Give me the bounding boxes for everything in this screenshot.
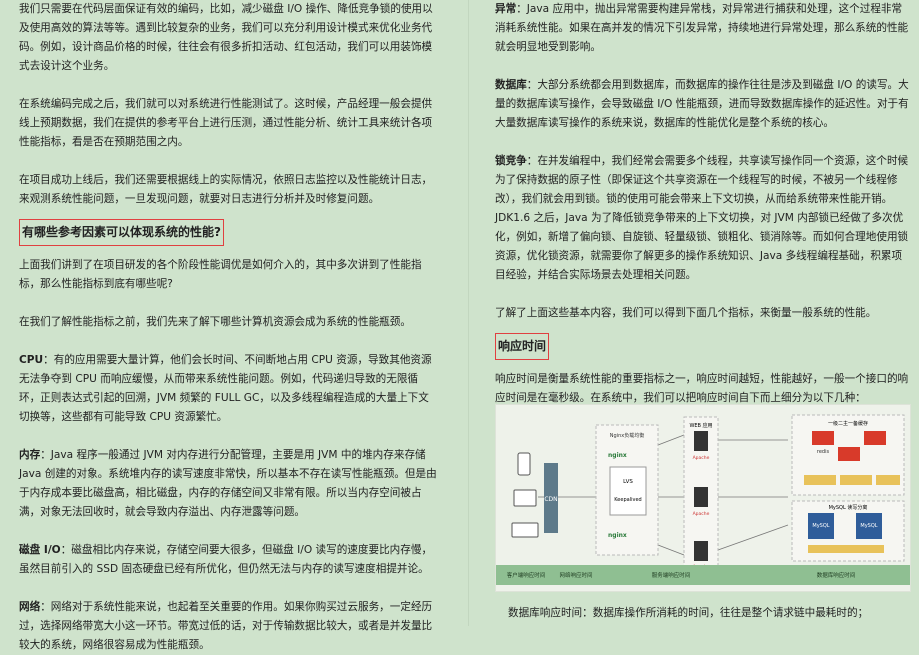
paragraph-lock: 锁竞争：在并发编程中，我们经常会需要多个线程，共享读写操作同一个资源，这个时候为…: [495, 155, 909, 281]
phone-icon: [517, 452, 531, 476]
mysql-label-2: MySQL: [860, 523, 877, 529]
paragraph-memory: 内存：Java 程序一般通过 JVM 对内存进行分配管理，主要是用 JVM 中的…: [19, 449, 437, 518]
paragraph-coding: 我们只需要在代码层面保证有效的编码，比如，减少磁盘 I/O 操作、降低竞争锁的使…: [19, 3, 433, 72]
nginx-logo-bottom: nginx: [608, 532, 627, 539]
server-icon: [694, 487, 708, 507]
term-lock: 锁竞争: [495, 155, 527, 167]
paragraph-summary: 了解了上面这些基本内容，我们可以得到下面几个指标，来衡量一般系统的性能。: [495, 307, 877, 319]
paragraph-network: 网络：网络对于系统性能来说，也起着至关重要的作用。如果你购买过云服务，一定经历过…: [19, 601, 433, 651]
lvs-label: LVS: [623, 479, 633, 485]
apache-label-1: Apache: [693, 455, 710, 461]
term-network: 网络: [19, 601, 41, 613]
redis-icon: [864, 431, 886, 445]
client-devices: [511, 452, 539, 538]
cdn-label: CDN: [544, 496, 557, 503]
cache-slot: [804, 475, 836, 485]
paragraph-cpu: CPU：有的应用需要大量计算，他们会长时间、不间断地占用 CPU 资源，导致其他…: [19, 354, 432, 423]
section-heading-factors: 有哪些参考因素可以体现系统的性能?: [19, 219, 224, 246]
web-group-title: WEB 应用: [689, 422, 712, 429]
nginx-group-title: Nginx负载均衡: [610, 432, 644, 439]
mysql-label-1: MySQL: [812, 523, 829, 529]
right-column: 异常：Java 应用中，抛出异常需要构建异常栈，对异常进行捕获和处理，这个过程非…: [495, 0, 909, 408]
server-time-label: 服务端响应时间: [652, 571, 691, 579]
keepalived-label: Keepalived: [614, 497, 641, 503]
article-page: 我们只需要在代码层面保证有效的编码，比如，减少磁盘 I/O 操作、降低竞争锁的使…: [0, 0, 919, 651]
paragraph-resources: 在我们了解性能指标之前，我们先来了解下哪些计算机资源会成为系统的性能瓶颈。: [19, 316, 411, 328]
redis-label: redis: [817, 449, 830, 455]
cache-slot: [876, 475, 900, 485]
db-slot: [808, 545, 884, 553]
paragraph-response-time: 响应时间是衡量系统性能的重要指标之一，响应时间越短，性能越好，一般一个接口的响应…: [495, 373, 909, 404]
paragraph-intro-metrics: 上面我们讲到了在项目研发的各个阶段性能调优是如何介入的，其中多次讲到了性能指标，…: [19, 259, 422, 290]
paragraph-database: 数据库：大部分系统都会用到数据库，而数据库的操作往往是涉及到磁盘 I/O 的读写…: [495, 79, 909, 129]
term-database: 数据库: [495, 79, 527, 91]
left-column: 我们只需要在代码层面保证有效的编码，比如，减少磁盘 I/O 操作、降低竞争锁的使…: [19, 0, 439, 655]
section-heading-response-time: 响应时间: [495, 333, 550, 360]
server-icon: [694, 541, 708, 561]
server-icon: [694, 431, 708, 451]
apache-label-2: Apache: [693, 511, 710, 517]
cache-group-title: 一级二主一备缓存: [828, 420, 868, 427]
term-memory: 内存: [19, 449, 41, 461]
cache-slot: [840, 475, 872, 485]
laptop-icon: [511, 522, 539, 538]
term-cpu: CPU: [19, 354, 44, 366]
paragraph-disk: 磁盘 I/O：磁盘相比内存来说，存储空间要大很多，但磁盘 I/O 读写的速度要比…: [19, 544, 433, 575]
nginx-logo-top: nginx: [608, 452, 627, 459]
redis-icon: [838, 447, 860, 461]
web-servers: [694, 431, 708, 561]
term-exception: 异常: [495, 3, 517, 15]
paragraph-exception: 异常：Java 应用中，抛出异常需要构建异常栈，对异常进行捕获和处理，这个过程非…: [495, 3, 909, 53]
paragraph-online: 在项目成功上线后，我们还需要根据线上的实际情况，依照日志监控以及性能统计日志，来…: [19, 174, 433, 205]
db-group-title: MySQL 读写分离: [829, 504, 868, 511]
caption-db-response: 数据库响应时间：数据库操作所消耗的时间，往往是整个请求链中最耗时的；: [508, 607, 869, 619]
term-disk: 磁盘 I/O: [19, 544, 61, 556]
redis-icon: [812, 431, 834, 445]
column-divider: [468, 0, 469, 626]
client-time-label: 客户端响应时间: [507, 571, 546, 579]
db-time-label: 数据库响应时间: [817, 571, 856, 579]
paragraph-testing: 在系统编码完成之后，我们就可以对系统进行性能测试了。这时候，产品经理一般会提供线…: [19, 98, 433, 148]
network-time-label: 网络响应时间: [559, 571, 592, 579]
lvs-box: [609, 466, 647, 516]
monitor-icon: [513, 489, 537, 507]
flow-arrows: [538, 434, 789, 556]
architecture-diagram: CDN Nginx负载均衡 nginx LVS Keepalived nginx: [495, 404, 911, 592]
architecture-svg: CDN Nginx负载均衡 nginx LVS Keepalived nginx: [496, 414, 910, 585]
